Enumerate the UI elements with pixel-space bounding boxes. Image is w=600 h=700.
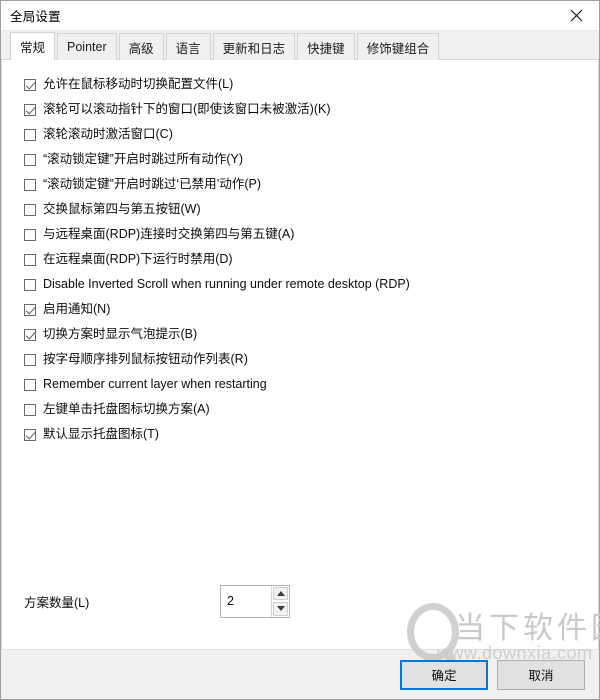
tab-label: 更新和日志 (222, 41, 286, 56)
checkbox-label: 启用通知(N) (43, 302, 111, 317)
tab-language[interactable]: 语言 (165, 33, 211, 60)
cancel-button-label: 取消 (528, 669, 554, 683)
profile-count-row: 方案数量(L) 2 (24, 584, 598, 618)
tab-label: 语言 (175, 41, 201, 56)
checkbox-disable-under-rdp[interactable] (24, 253, 36, 266)
checkbox-row[interactable]: 左键单击托盘图标切换方案(A) (2, 397, 598, 422)
checkbox-switch-profile-on-move[interactable] (24, 78, 36, 91)
checkbox-label: 默认显示托盘图标(T) (43, 427, 159, 442)
checkbox-scrolllock-skip-disabled[interactable] (24, 178, 36, 191)
title-bar: 全局设置 (1, 1, 599, 31)
profile-count-input[interactable]: 2 (221, 586, 271, 617)
checkbox-row[interactable]: “滚动锁定键”开启时跳过所有动作(Y) (2, 147, 598, 172)
checkbox-label: “滚动锁定键”开启时跳过‘已禁用’动作(P) (43, 177, 262, 192)
tab-hotkeys[interactable]: 快捷键 (297, 33, 355, 60)
checkbox-show-balloon-on-profile-switch[interactable] (24, 328, 36, 341)
chevron-down-icon (276, 606, 285, 612)
ok-button[interactable]: 确定 (400, 659, 488, 690)
checkbox-show-tray-icon-by-default[interactable] (24, 428, 36, 441)
cancel-button[interactable]: 取消 (497, 659, 585, 690)
checkbox-label: 允许在鼠标移动时切换配置文件(L) (43, 77, 234, 92)
checkbox-sort-actions-alphabetically[interactable] (24, 353, 36, 366)
checkbox-label: 滚轮可以滚动指针下的窗口(即使该窗口未被激活)(K) (43, 102, 331, 117)
settings-dialog: 全局设置 常规 Pointer 高级 语言 更新和日志 快捷键 修饰键组合 允许… (0, 0, 600, 700)
checkbox-row[interactable]: 与远程桌面(RDP)连接时交换第四与第五键(A) (2, 222, 598, 247)
checkbox-row[interactable]: Disable Inverted Scroll when running und… (2, 272, 598, 297)
checkbox-scrolllock-skip-all[interactable] (24, 153, 36, 166)
dialog-footer: 当下软件园 www.downxia.com 确定 取消 (1, 603, 600, 699)
tab-label: 常规 (20, 41, 46, 55)
window-title: 全局设置 (10, 10, 61, 24)
checkbox-row[interactable]: 按字母顺序排列鼠标按钮动作列表(R) (2, 347, 598, 372)
checkbox-row[interactable]: 在远程桌面(RDP)下运行时禁用(D) (2, 247, 598, 272)
tab-strip: 常规 Pointer 高级 语言 更新和日志 快捷键 修饰键组合 (1, 31, 599, 61)
checkbox-row[interactable]: 滚轮滚动时激活窗口(C) (2, 122, 598, 147)
checkbox-label: “滚动锁定键”开启时跳过所有动作(Y) (43, 152, 243, 167)
tab-pointer[interactable]: Pointer (57, 33, 117, 60)
chevron-up-icon (276, 590, 285, 596)
stepper-increment-button[interactable] (273, 586, 288, 600)
checkbox-row[interactable]: 启用通知(N) (2, 297, 598, 322)
checkbox-label: 滚轮滚动时激活窗口(C) (43, 127, 173, 142)
stepper-decrement-button[interactable] (273, 602, 288, 616)
tab-label: Pointer (67, 40, 107, 54)
checkbox-swap-buttons-4-5[interactable] (24, 203, 36, 216)
profile-count-stepper[interactable]: 2 (220, 584, 290, 618)
checkbox-row[interactable]: 滚轮可以滚动指针下的窗口(即使该窗口未被激活)(K) (2, 97, 598, 122)
checkbox-label: Disable Inverted Scroll when running und… (43, 277, 410, 292)
tab-label: 修饰键组合 (366, 41, 430, 56)
checkbox-row[interactable]: Remember current layer when restarting (2, 372, 598, 397)
checkbox-label: 与远程桌面(RDP)连接时交换第四与第五键(A) (43, 227, 295, 242)
checkbox-left-click-tray-switch-profile[interactable] (24, 403, 36, 416)
tab-label: 快捷键 (307, 41, 345, 56)
checkbox-swap-buttons-rdp[interactable] (24, 228, 36, 241)
checkbox-label: 切换方案时显示气泡提示(B) (43, 327, 198, 342)
checkbox-label: 按字母顺序排列鼠标按钮动作列表(R) (43, 352, 248, 367)
checkbox-label: 交换鼠标第四与第五按钮(W) (43, 202, 201, 217)
ok-button-label: 确定 (431, 669, 457, 683)
profile-count-label: 方案数量(L) (24, 595, 90, 610)
checkbox-label: Remember current layer when restarting (43, 377, 267, 392)
checkbox-enable-notifications[interactable] (24, 303, 36, 316)
checkbox-row[interactable]: “滚动锁定键”开启时跳过‘已禁用’动作(P) (2, 172, 598, 197)
checkbox-scroll-window-under-pointer[interactable] (24, 103, 36, 116)
tab-advanced[interactable]: 高级 (118, 33, 164, 60)
checkbox-row[interactable]: 切换方案时显示气泡提示(B) (2, 322, 598, 347)
general-settings-panel: 允许在鼠标移动时切换配置文件(L) 滚轮可以滚动指针下的窗口(即使该窗口未被激活… (1, 60, 599, 649)
tab-updates-log[interactable]: 更新和日志 (212, 33, 296, 60)
checkbox-activate-window-on-scroll[interactable] (24, 128, 36, 141)
checkbox-disable-inverted-scroll-rdp[interactable] (24, 278, 36, 291)
checkbox-row[interactable]: 交换鼠标第四与第五按钮(W) (2, 197, 598, 222)
checkbox-row[interactable]: 允许在鼠标移动时切换配置文件(L) (2, 72, 598, 97)
tab-modifier-combos[interactable]: 修饰键组合 (356, 33, 440, 60)
checkbox-remember-current-layer[interactable] (24, 378, 36, 391)
stepper-buttons (271, 585, 289, 617)
tab-label: 高级 (128, 41, 154, 56)
checkbox-row[interactable]: 默认显示托盘图标(T) (2, 422, 598, 447)
close-button[interactable] (553, 1, 599, 30)
tab-general[interactable]: 常规 (10, 32, 56, 61)
checkbox-label: 左键单击托盘图标切换方案(A) (43, 402, 210, 417)
close-icon (570, 9, 582, 22)
checkbox-label: 在远程桌面(RDP)下运行时禁用(D) (43, 252, 233, 267)
